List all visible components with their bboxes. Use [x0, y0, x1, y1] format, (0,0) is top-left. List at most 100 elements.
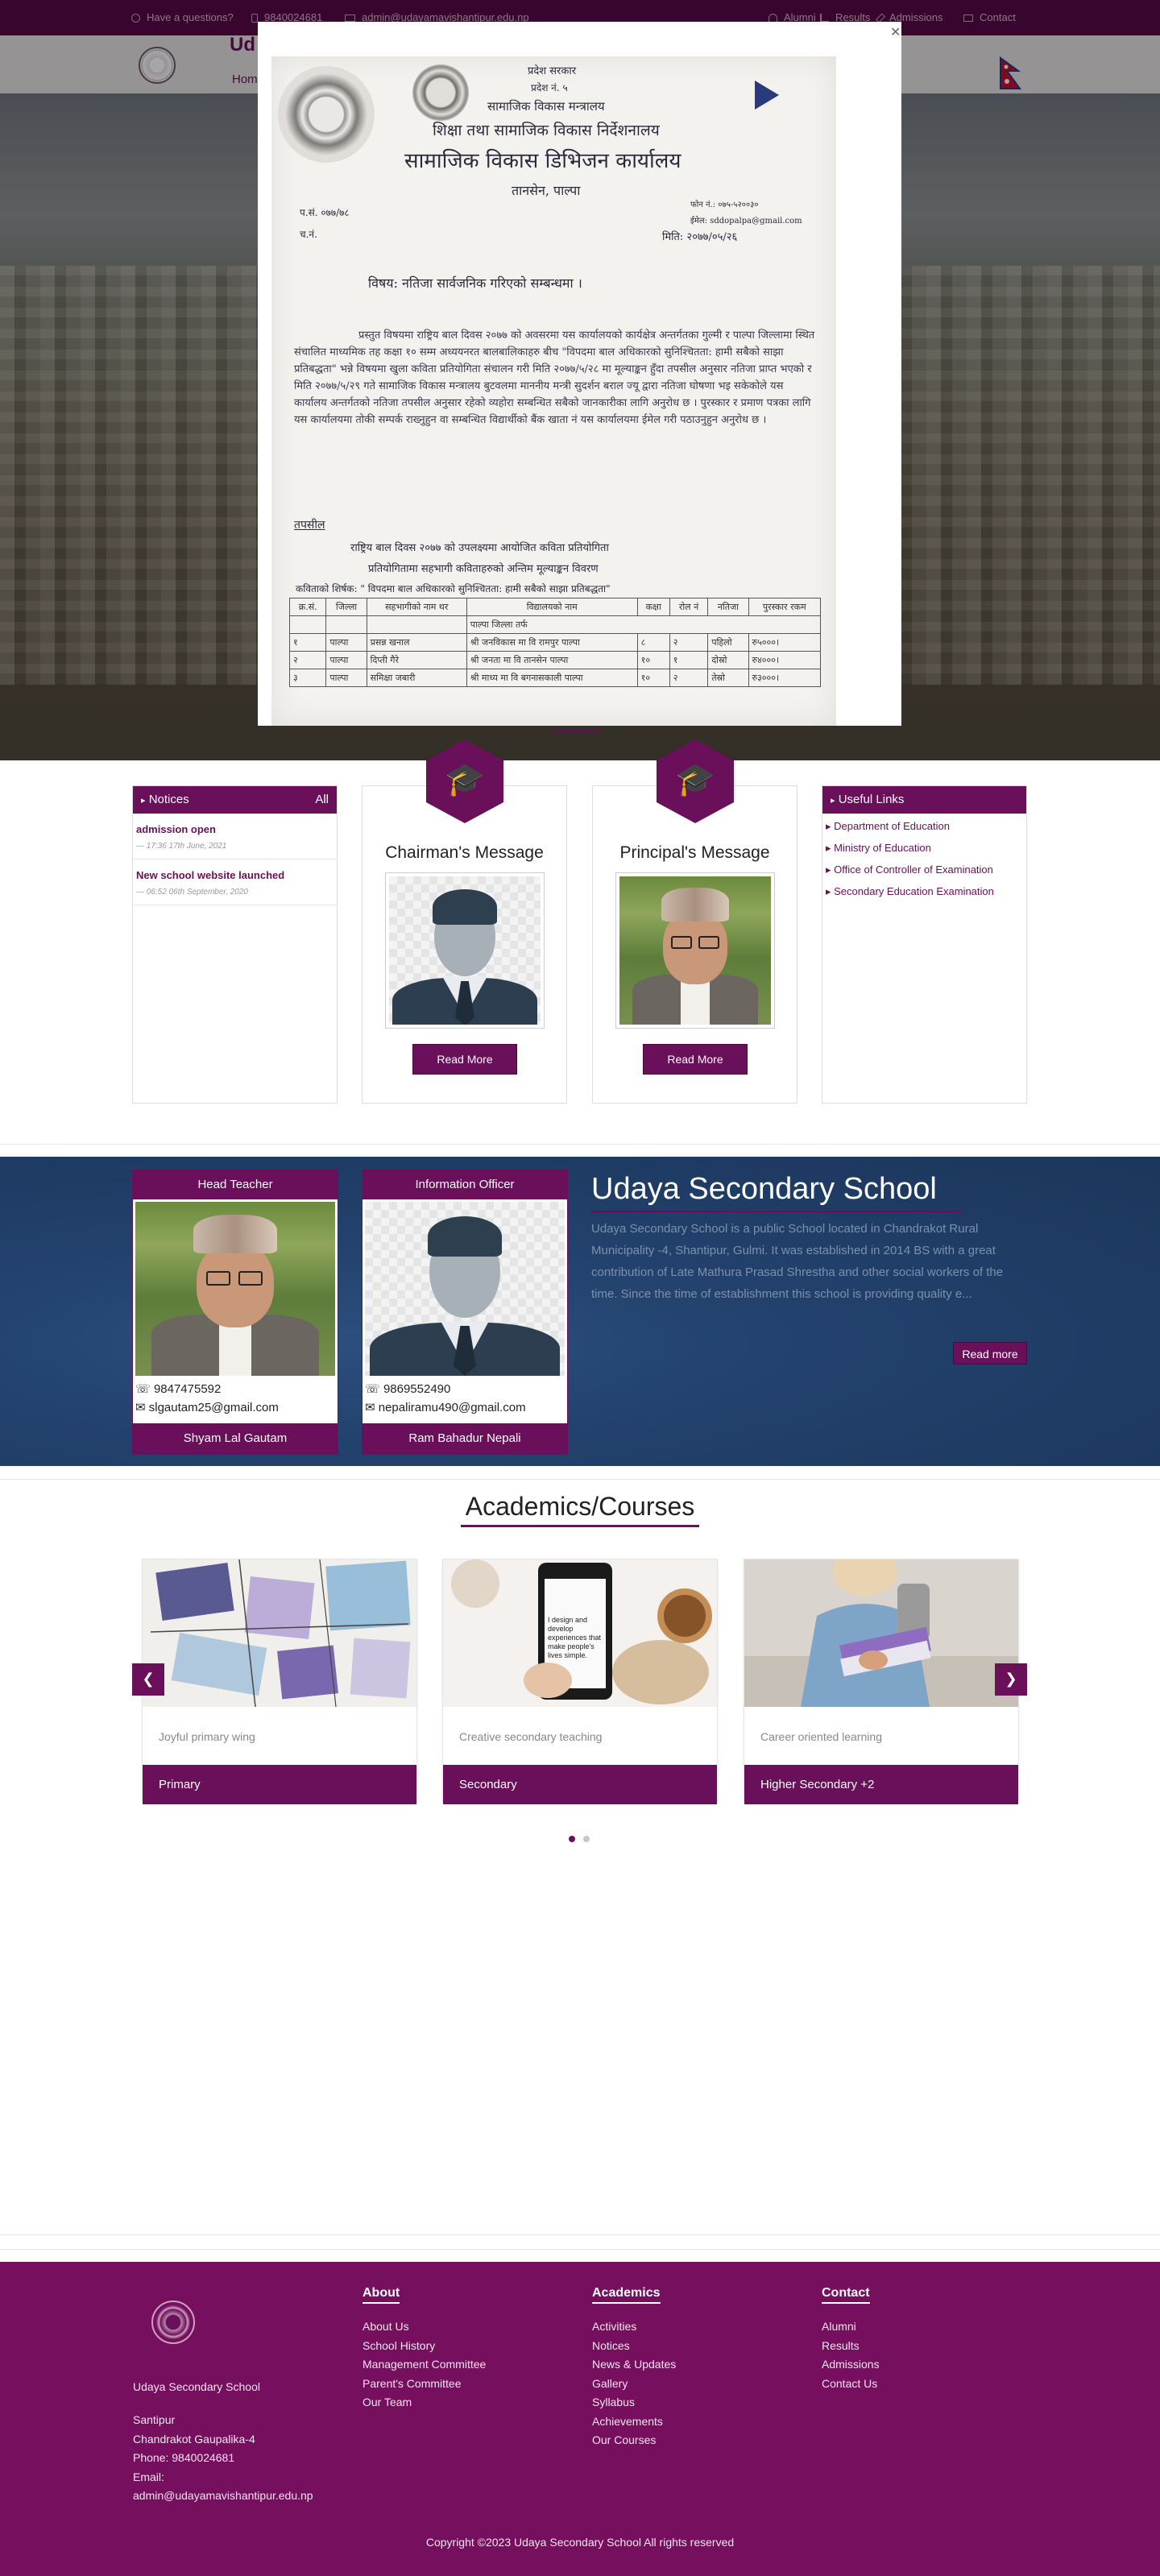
carousel-prev-button[interactable]: ❮ — [132, 1663, 164, 1696]
th-prize: पुरस्कार रकम — [748, 598, 821, 616]
doc-state: प्रदेश सरकार — [528, 65, 577, 77]
footer-email-label: Email: — [133, 2470, 164, 2483]
footer-link[interactable]: Our Team — [362, 2396, 486, 2415]
bullhorn-icon: ▸ — [141, 796, 146, 806]
course-name[interactable]: Primary — [143, 1765, 416, 1804]
office-seal — [412, 64, 469, 121]
footer-logo[interactable] — [151, 2301, 195, 2344]
principal-read-more-button[interactable]: Read More — [643, 1044, 748, 1075]
footer-link[interactable]: About Us — [362, 2320, 486, 2339]
staff-email[interactable]: ✉ nepaliramu490@gmail.com — [362, 1400, 567, 1422]
doc-office: सामाजिक विकास डिभिजन कार्यालय — [404, 149, 682, 173]
course-name[interactable]: Secondary — [443, 1765, 717, 1804]
footer-academics-heading: Academics — [592, 2286, 661, 2304]
list-item[interactable]: admission open — 17:36 17th June, 2021 — [133, 814, 337, 859]
useful-link[interactable]: ▸ Department of Education — [826, 820, 1023, 842]
footer-link[interactable]: Gallery — [592, 2377, 676, 2396]
th-sn: क्र.सं. — [288, 598, 327, 616]
useful-link[interactable]: ▸ Ministry of Education — [826, 842, 1023, 863]
doc-result-table: क्र.सं. जिल्ला सहभागीको नाम थर विद्यालयक… — [288, 598, 822, 687]
mail-icon: ✉ — [365, 1401, 375, 1414]
footer-link[interactable]: School History — [362, 2339, 486, 2359]
principal-title: Principal's Message — [619, 843, 770, 862]
notice-title[interactable]: admission open — [136, 823, 334, 835]
th-district: जिल्ला — [325, 598, 367, 616]
graduation-cap-icon: 🎓 — [675, 762, 715, 797]
notice-document-image: प्रदेश सरकार प्रदेश नं. ५ सामाजिक विकास … — [271, 56, 836, 726]
head-teacher-photo — [135, 1202, 335, 1376]
section-divider — [0, 2234, 1160, 2235]
footer-link[interactable]: Activities — [592, 2320, 676, 2339]
staff-email[interactable]: ✉ slgautam25@gmail.com — [133, 1400, 338, 1422]
course-desc: Career oriented learning — [760, 1730, 882, 1743]
carousel-dot[interactable] — [583, 1836, 590, 1842]
footer-academics-column: Academics Activities Notices News & Upda… — [592, 2286, 676, 2453]
course-image-primary — [143, 1559, 416, 1708]
doc-dispatch: च.नं. — [300, 229, 317, 240]
footer-contact-column: Contact Alumni Results Admissions Contac… — [822, 2286, 880, 2396]
staff-phone[interactable]: ☏ 9847475592 — [133, 1378, 338, 1400]
table-group-row: पाल्पा जिल्ला तर्फ — [466, 615, 822, 634]
footer-link[interactable]: Syllabus — [592, 2396, 676, 2415]
footer-about-column: About About Us School History Management… — [362, 2286, 486, 2415]
about-read-more-button[interactable]: Read more — [953, 1342, 1027, 1365]
useful-link[interactable]: ▸ Office of Controller of Examination — [826, 863, 1023, 885]
doc-sub1: राष्ट्रिय बाल दिवस २०७७ को उपलक्ष्यमा आय… — [350, 542, 609, 554]
useful-link[interactable]: ▸ Secondary Education Examination — [826, 885, 1023, 907]
government-emblem — [278, 66, 375, 163]
th-class: कक्षा — [636, 598, 670, 616]
table-row: २ पाल्पा दिप्ती गैरे श्री जनता मा वि तानसेन… — [288, 651, 821, 669]
notices-all-link[interactable]: All — [315, 793, 329, 806]
useful-links-header: ▸ Useful Links — [822, 786, 1026, 814]
doc-poem-title: कविताको शिर्षक: " विपदमा बाल अधिकारको सु… — [296, 583, 611, 594]
hero-slider-indicator[interactable] — [553, 730, 601, 732]
doc-place: तानसेन, पाल्पा — [512, 183, 581, 198]
page: Ud Hom Have a questions? 9840024681 admi… — [0, 0, 1160, 2576]
school-title: Udaya Secondary School — [591, 1172, 937, 1206]
course-card-primary[interactable]: Joyful primary wing Primary — [142, 1559, 417, 1804]
footer-link[interactable]: Management Committee — [362, 2358, 486, 2377]
footer-address2: Chandrakot Gaupalika-4 — [133, 2433, 255, 2446]
footer-link[interactable]: Results — [822, 2339, 880, 2359]
academics-underline — [461, 1525, 699, 1527]
course-name[interactable]: Higher Secondary +2 — [744, 1765, 1018, 1804]
doc-sub2: प्रतियोगितामा सहभागी कविताहरुको अन्तिम म… — [368, 563, 599, 575]
th-name: सहभागीको नाम थर — [366, 598, 467, 616]
notice-title[interactable]: New school website launched — [136, 869, 334, 881]
footer-link[interactable]: News & Updates — [592, 2358, 676, 2377]
footer-link[interactable]: Notices — [592, 2339, 676, 2359]
th-school: विद्यालयको नाम — [466, 598, 638, 616]
carousel-next-button[interactable]: ❯ — [995, 1663, 1027, 1696]
course-card-higher-secondary[interactable]: Career oriented learning Higher Secondar… — [744, 1547, 1019, 1804]
phone-screen-text: I design and develop experiences that ma… — [548, 1616, 602, 1659]
th-result: नतिजा — [707, 598, 749, 616]
footer-school-name: Udaya Secondary School — [133, 2380, 260, 2393]
principal-photo — [619, 876, 771, 1025]
doc-ref: प.सं. ०७७/७८ — [300, 207, 350, 218]
footer-link[interactable]: Achievements — [592, 2415, 676, 2434]
footer-link[interactable]: Alumni — [822, 2320, 880, 2339]
carousel-dot-active[interactable] — [569, 1836, 575, 1842]
course-desc: Joyful primary wing — [159, 1730, 255, 1743]
course-card-secondary[interactable]: I design and develop experiences that ma… — [442, 1559, 718, 1804]
doc-subject: विषय: नतिजा सार्वजनिक गरिएको सम्बन्धमा । — [368, 275, 582, 291]
table-row: ३ पाल्पा समिक्षा जबारी श्री माध्य मा वि बगन… — [288, 669, 821, 687]
doc-email: ईमेल: sddopalpa@gmail.com — [690, 217, 802, 226]
footer-copyright: Copyright ©2023 Udaya Secondary School A… — [425, 2536, 735, 2549]
section-divider — [0, 1479, 1160, 1480]
footer-link[interactable]: Parent's Committee — [362, 2377, 486, 2396]
list-item[interactable]: New school website launched — 06:52 06th… — [133, 859, 337, 905]
link-icon: ▸ — [831, 796, 835, 806]
doc-body: प्रस्तुत विषयमा राष्ट्रिय बाल दिवस २०७७ … — [294, 329, 815, 426]
chairman-read-more-button[interactable]: Read More — [412, 1044, 517, 1075]
close-icon[interactable]: ✕ — [890, 24, 901, 40]
footer-link[interactable]: Admissions — [822, 2358, 880, 2377]
notices-panel: ▸ Notices All admission open — 17:36 17t… — [132, 785, 338, 1104]
footer-link[interactable]: Contact Us — [822, 2377, 880, 2396]
notice-date: — 17:36 17th June, 2021 — [136, 842, 227, 851]
useful-links-panel: ▸ Useful Links ▸ Department of Education… — [822, 785, 1027, 1104]
footer-email[interactable]: admin@udayamavishantipur.edu.np — [133, 2489, 313, 2502]
graduation-cap-icon: 🎓 — [445, 762, 485, 797]
staff-phone[interactable]: ☏ 9869552490 — [362, 1378, 567, 1400]
footer-link[interactable]: Our Courses — [592, 2433, 676, 2453]
